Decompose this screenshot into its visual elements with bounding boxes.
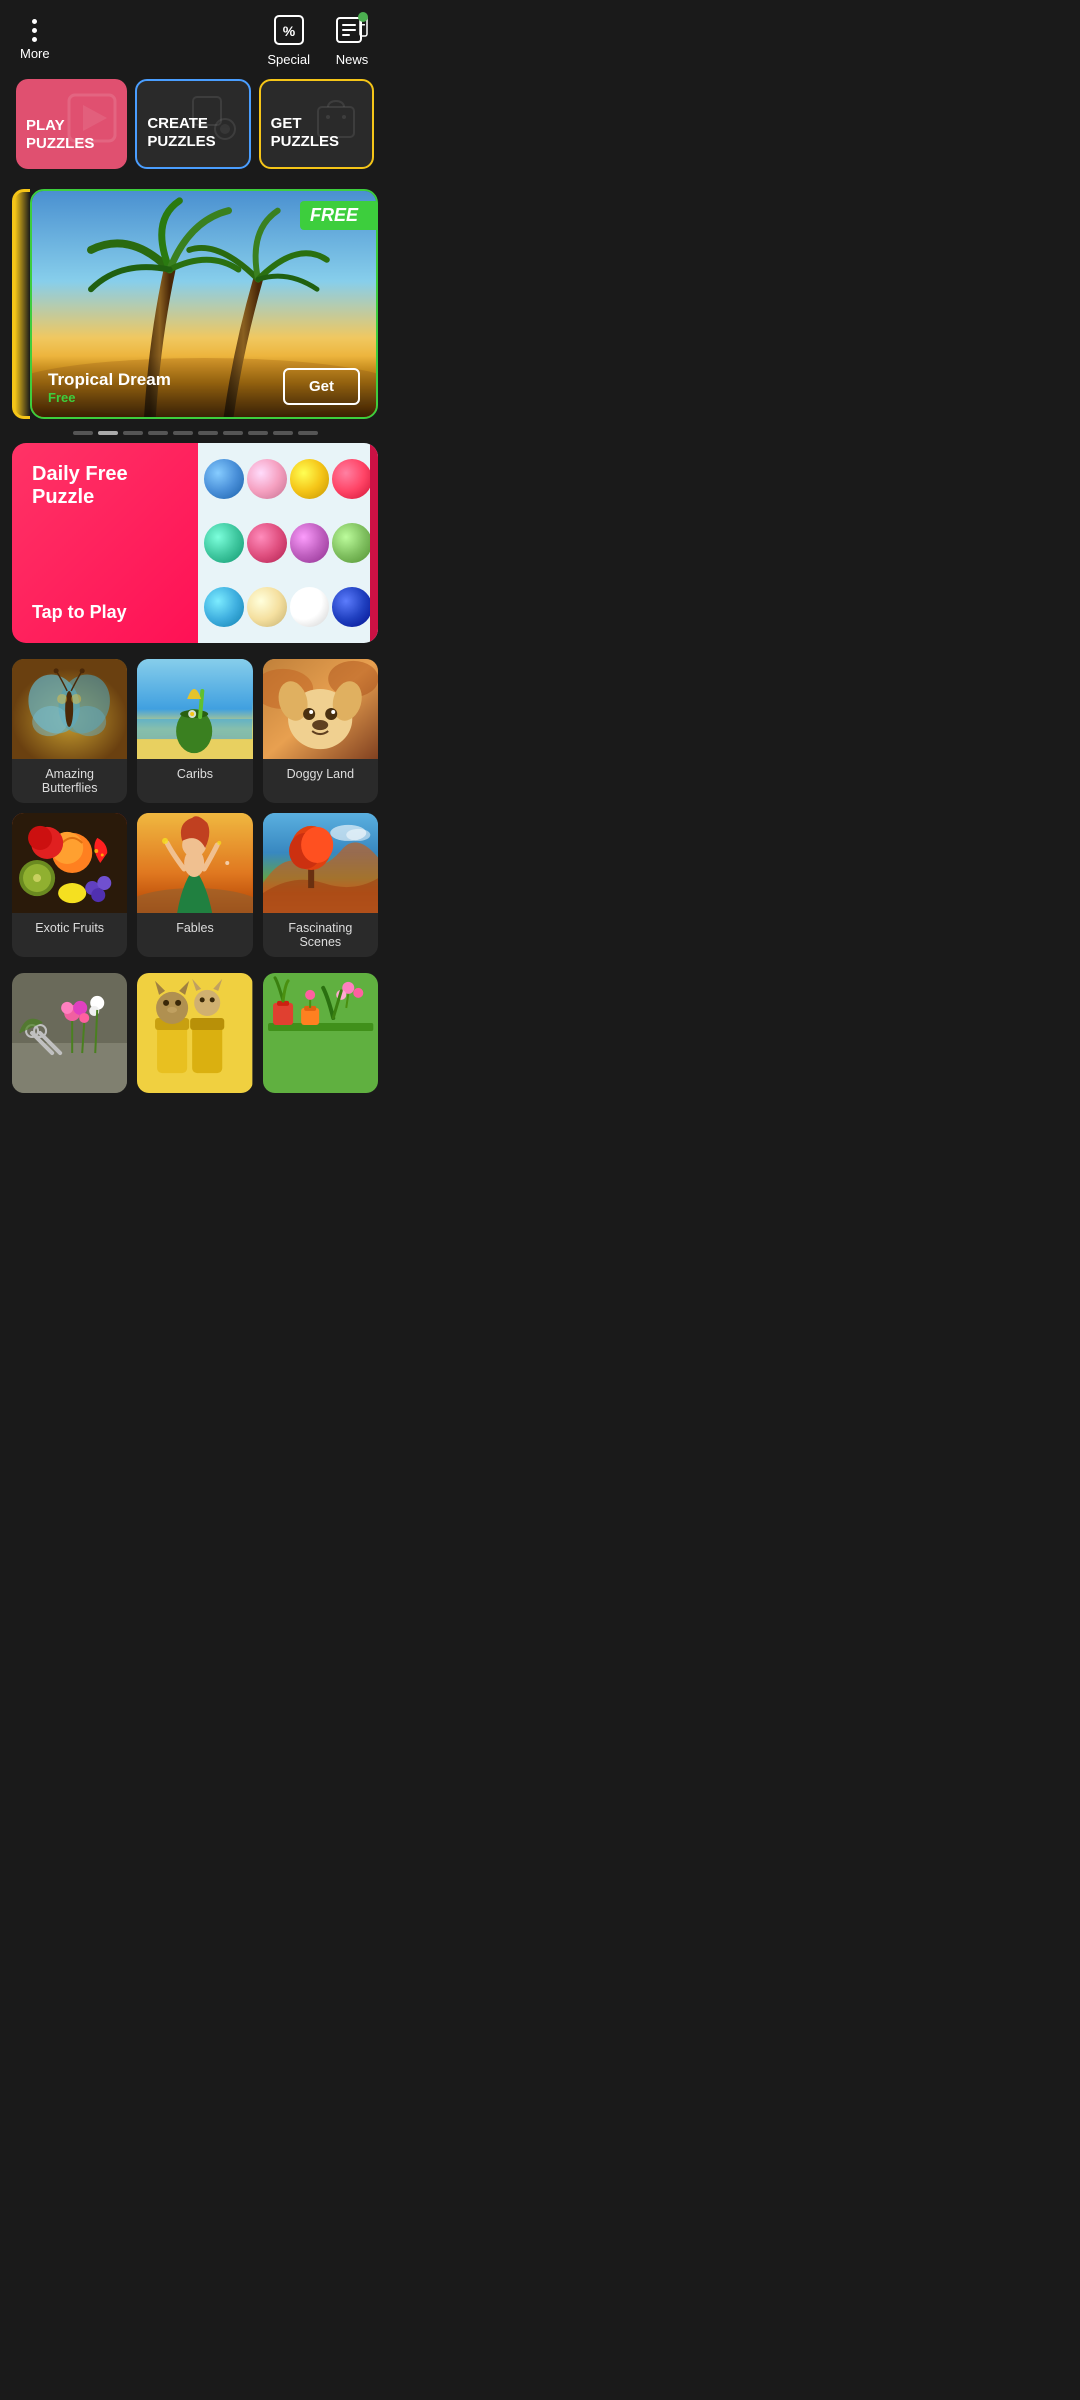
more-menu-button[interactable]: More — [20, 19, 50, 61]
free-badge: FREE — [300, 201, 376, 230]
carousel-dot[interactable] — [248, 431, 268, 435]
fascinating-image — [263, 813, 378, 913]
carousel-dot[interactable] — [173, 431, 193, 435]
daily-right-panel — [198, 443, 378, 643]
carousel-dot[interactable] — [148, 431, 168, 435]
carousel-dot[interactable] — [298, 431, 318, 435]
partial-bottom-row — [0, 973, 390, 1113]
yarn-ball — [290, 459, 330, 499]
create-button-label: CREATEPUZZLES — [147, 115, 238, 151]
yarn-ball — [204, 587, 244, 627]
news-notification-dot — [358, 12, 368, 22]
featured-puzzle-card[interactable]: FREE Tropical Dream Free Get — [30, 189, 378, 419]
featured-get-button[interactable]: Get — [283, 368, 360, 405]
caribs-label: Caribs — [137, 759, 252, 789]
header-right-icons: % Special News — [267, 12, 370, 67]
yarn-ball — [290, 523, 330, 563]
yarn-ball — [204, 523, 244, 563]
carousel-dot-active[interactable] — [98, 431, 118, 435]
fascinating-label: Fascinating Scenes — [263, 913, 378, 957]
butterflies-label: Amazing Butterflies — [12, 759, 127, 803]
yarn-ball — [247, 587, 287, 627]
category-grid: Amazing Butterflies — [12, 659, 378, 957]
yarn-ball — [290, 587, 330, 627]
play-button-label: PLAYPUZZLES — [26, 117, 117, 153]
partial-card-flowers[interactable] — [12, 973, 127, 1093]
caribs-image — [137, 659, 252, 759]
fruits-label: Exotic Fruits — [12, 913, 127, 943]
partial-card-cats[interactable] — [137, 973, 252, 1093]
play-puzzles-button[interactable]: PLAYPUZZLES — [16, 79, 127, 169]
category-card-fruits[interactable]: Exotic Fruits — [12, 813, 127, 957]
carousel-dot[interactable] — [123, 431, 143, 435]
fables-label: Fables — [137, 913, 252, 943]
partial-card-shelf[interactable] — [263, 973, 378, 1093]
category-card-butterflies[interactable]: Amazing Butterflies — [12, 659, 127, 803]
yarn-ball — [332, 459, 372, 499]
get-puzzles-button[interactable]: GETPUZZLES — [259, 79, 374, 169]
yarn-ball — [247, 459, 287, 499]
yarn-grid — [198, 443, 378, 643]
get-button-label: GETPUZZLES — [271, 115, 362, 151]
daily-title: Daily Free Puzzle — [32, 463, 178, 509]
featured-section: FREE Tropical Dream Free Get — [0, 189, 390, 419]
carousel-dot[interactable] — [223, 431, 243, 435]
category-card-doggy[interactable]: Doggy Land — [263, 659, 378, 803]
left-partial-card — [12, 189, 30, 419]
news-label: News — [336, 52, 369, 67]
featured-title: Tropical Dream — [48, 370, 171, 390]
doggy-image — [263, 659, 378, 759]
category-section: Amazing Butterflies — [0, 643, 390, 973]
category-card-caribs[interactable]: Caribs — [137, 659, 252, 803]
create-puzzles-button[interactable]: CREATEPUZZLES — [135, 79, 250, 169]
fables-image — [137, 813, 252, 913]
featured-info-bar: Tropical Dream Free Get — [32, 356, 376, 417]
more-label: More — [20, 46, 50, 61]
fruits-image — [12, 813, 127, 913]
category-card-fascinating[interactable]: Fascinating Scenes — [263, 813, 378, 957]
carousel-dot[interactable] — [198, 431, 218, 435]
carousel-dot[interactable] — [273, 431, 293, 435]
daily-free-section: Daily Free Puzzle Tap to Play — [0, 443, 390, 643]
daily-accent — [370, 443, 378, 643]
doggy-label: Doggy Land — [263, 759, 378, 789]
daily-cta: Tap to Play — [32, 602, 178, 623]
special-icon: % — [271, 12, 307, 48]
yarn-ball — [247, 523, 287, 563]
daily-left-panel: Daily Free Puzzle Tap to Play — [12, 443, 198, 643]
yarn-ball — [332, 587, 372, 627]
daily-free-card[interactable]: Daily Free Puzzle Tap to Play — [12, 443, 378, 643]
special-button[interactable]: % Special — [267, 12, 310, 67]
news-button[interactable]: News — [334, 12, 370, 67]
action-buttons-row: PLAYPUZZLES CREATEPUZZLES GETPUZZLES — [0, 79, 390, 169]
carousel-dot[interactable] — [73, 431, 93, 435]
svg-text:%: % — [282, 23, 295, 39]
category-card-fables[interactable]: Fables — [137, 813, 252, 957]
special-label: Special — [267, 52, 310, 67]
yarn-ball — [332, 523, 372, 563]
more-dots-icon — [32, 19, 37, 42]
featured-price: Free — [48, 390, 171, 405]
app-header: More % Special News — [0, 0, 390, 75]
butterflies-image — [12, 659, 127, 759]
carousel-dots — [0, 431, 390, 435]
yarn-ball — [204, 459, 244, 499]
